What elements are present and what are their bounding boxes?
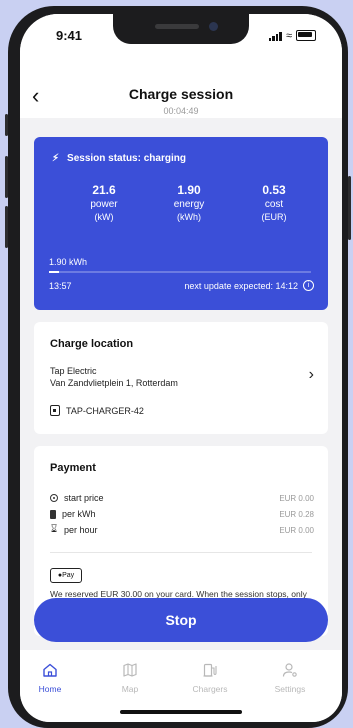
metric-energy: 1.90 energy (kWh) — [159, 183, 219, 222]
session-progress-bar — [49, 271, 311, 273]
home-icon — [20, 662, 85, 678]
home-indicator[interactable] — [120, 710, 242, 714]
stop-button[interactable]: Stop — [34, 598, 328, 642]
metric-unit: (kWh) — [177, 212, 201, 222]
chevron-right-icon[interactable]: › — [309, 366, 314, 384]
signal-icon — [268, 32, 282, 41]
charger-id-row: TAP-CHARGER-42 — [50, 405, 144, 416]
power-button — [348, 176, 351, 240]
lightning-bolt-icon: ⚡︎ — [52, 153, 60, 164]
payment-divider — [50, 552, 312, 553]
speaker-grille — [155, 24, 199, 29]
user-settings-icon — [255, 662, 325, 678]
payment-row-per-hour: ⌛︎ per hour — [50, 524, 98, 536]
payment-title: Payment — [50, 462, 96, 474]
charger-plug-icon — [50, 405, 60, 416]
screen-header: ‹ Charge session 00:04:49 — [20, 58, 342, 118]
tab-chargers[interactable]: Chargers — [175, 662, 245, 694]
tab-home[interactable]: Home — [20, 662, 85, 694]
metric-label: cost — [264, 199, 284, 210]
page-title: Charge session — [128, 86, 234, 102]
next-update: next update expected: 14:12 i — [184, 280, 314, 291]
metric-value: 0.53 — [262, 183, 286, 197]
tab-label: Home — [38, 684, 62, 694]
metric-label: energy — [173, 199, 205, 210]
metric-label: power — [90, 199, 118, 210]
bottom-tab-bar: Home Map Chargers Settings — [20, 650, 342, 722]
payment-row-value: EUR 0.00 — [279, 494, 314, 503]
tab-label: Map — [121, 684, 139, 694]
metric-value: 21.6 — [92, 183, 116, 197]
front-camera — [209, 22, 218, 31]
charger-id: TAP-CHARGER-42 — [66, 405, 144, 416]
payment-row-label: start price — [64, 493, 104, 503]
wifi-icon: ≈ — [285, 30, 292, 42]
session-timer: 00:04:49 — [163, 106, 199, 116]
notch — [113, 14, 249, 44]
session-progress-fill — [49, 271, 60, 273]
location-operator: Tap Electric — [50, 366, 97, 376]
metric-cost: 0.53 cost (EUR) — [244, 183, 304, 222]
payment-row-value: EUR 0.00 — [279, 526, 314, 535]
metric-unit: (kW) — [94, 212, 114, 222]
hourglass-icon: ⌛︎ — [50, 524, 58, 535]
location-address: Van Zandvlietplein 1, Rotterdam — [50, 378, 178, 388]
silent-switch — [5, 114, 8, 136]
charger-station-icon — [175, 662, 245, 678]
next-update-label: next update expected: 14:12 — [184, 280, 298, 291]
tab-settings[interactable]: Settings — [255, 662, 325, 694]
charge-location-title: Charge location — [50, 338, 134, 350]
tab-map[interactable]: Map — [95, 662, 165, 694]
info-icon[interactable]: i — [303, 280, 314, 291]
payment-row-label: per hour — [64, 525, 98, 535]
payment-row-start-price: start price — [50, 493, 104, 503]
status-icons: ≈ — [268, 30, 316, 42]
energy-delivered: 1.90 kWh — [49, 257, 88, 267]
charge-location-card[interactable]: Charge location Tap Electric Van Zandvli… — [34, 322, 328, 434]
volume-down-button — [5, 206, 8, 248]
session-status-header: ⚡︎ Session status: charging — [52, 153, 186, 164]
session-status-label: Session status: charging — [67, 153, 186, 164]
apple-pay-badge: ●Pay — [50, 568, 82, 583]
metric-power: 21.6 power (kW) — [74, 183, 134, 222]
battery-status-icon — [296, 30, 316, 41]
apple-pay-label: Pay — [62, 572, 75, 579]
tab-label: Chargers — [192, 684, 228, 694]
payment-row-value: EUR 0.28 — [279, 510, 314, 519]
metric-value: 1.90 — [177, 183, 201, 197]
battery-icon — [50, 509, 56, 519]
circle-dot-icon — [50, 494, 58, 502]
app-screen: 9:41 ≈ ‹ Charge session 00:04:49 ⚡︎ Sess… — [20, 14, 342, 722]
payment-row-label: per kWh — [62, 509, 96, 519]
session-metrics: 21.6 power (kW) 1.90 energy (kWh) 0.53 c… — [74, 183, 304, 222]
payment-row-per-kwh: per kWh — [50, 509, 96, 519]
status-time: 9:41 — [56, 28, 83, 43]
tab-label: Settings — [274, 684, 306, 694]
session-start-time: 13:57 — [49, 281, 72, 291]
session-status-card: ⚡︎ Session status: charging 21.6 power (… — [34, 137, 328, 310]
volume-up-button — [5, 156, 8, 198]
metric-unit: (EUR) — [261, 212, 287, 222]
map-icon — [95, 662, 165, 678]
